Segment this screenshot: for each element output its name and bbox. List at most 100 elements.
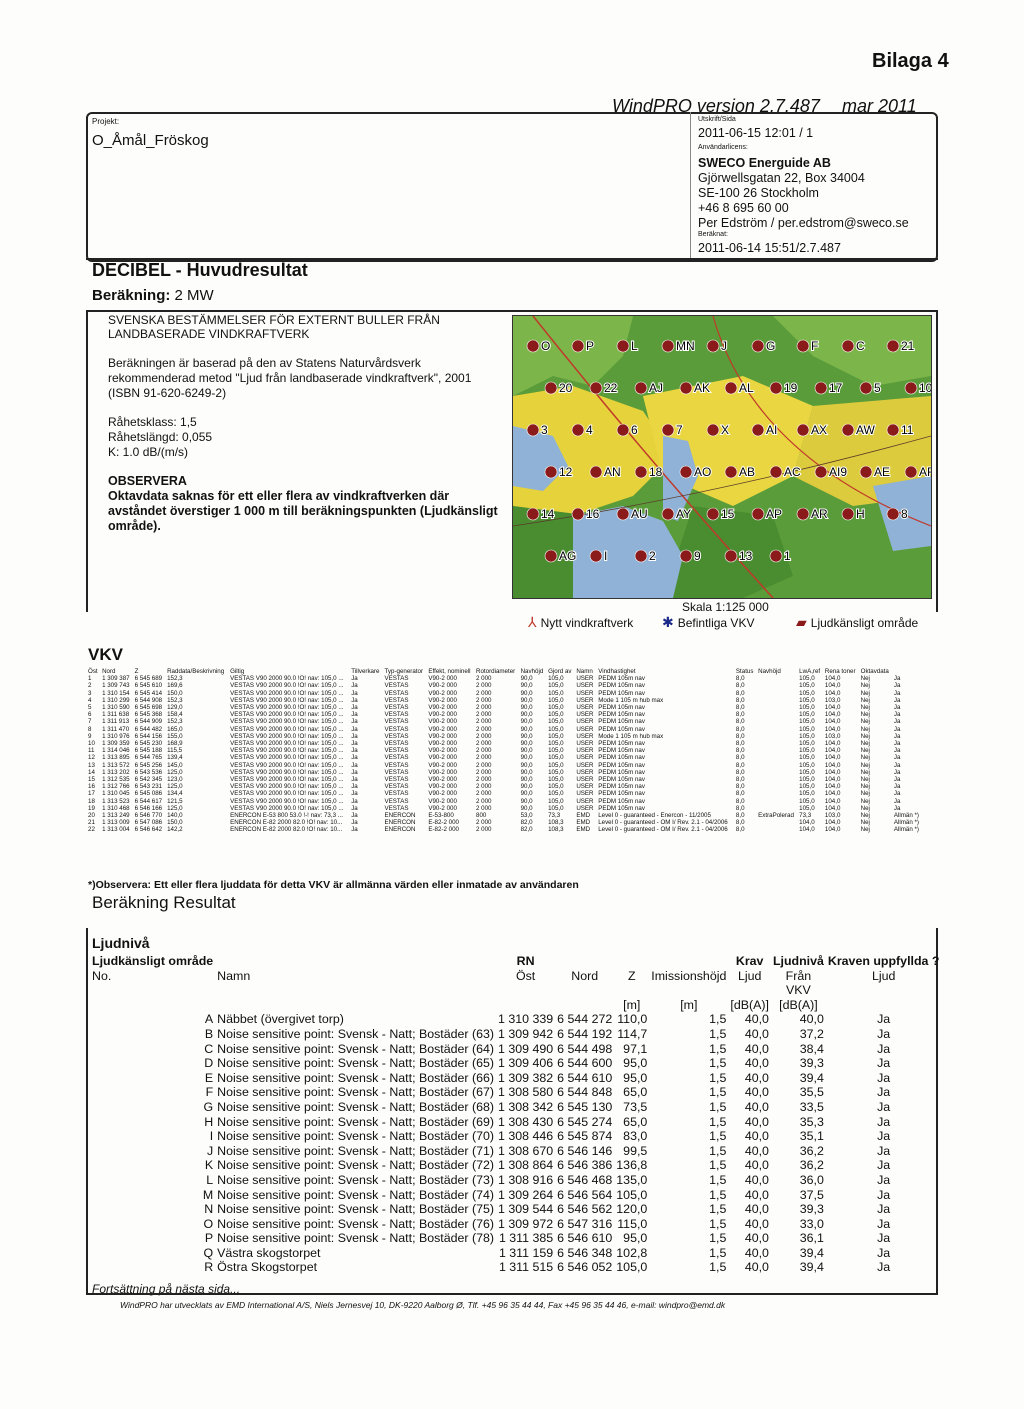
vkv-cell: 90,0 xyxy=(520,768,533,776)
vkv-cell: USER xyxy=(576,711,594,719)
vkv-cell: VESTAS V90 2000 90.0 !O! nav: 105,0 ... xyxy=(230,740,344,748)
vkv-cell: V90-2 000 xyxy=(428,725,457,733)
vkv-cell: 142,2 xyxy=(167,826,183,834)
result-cell: 95,0 xyxy=(623,1070,648,1085)
vkv-cell xyxy=(756,726,797,733)
location-map: OPLMNJGFC212022AJAKAL19175103467XAIAXAW1… xyxy=(512,315,932,599)
result-cell: 39,4 xyxy=(799,1245,824,1260)
map-label: AO xyxy=(694,465,711,479)
vkv-cell: PEDM 105m nav xyxy=(598,704,645,712)
marker-icon: ▰ xyxy=(796,614,807,630)
vkv-cell: 8,0 xyxy=(735,768,745,776)
legend-existing-label: Befintliga VKV xyxy=(677,616,755,630)
map-marker xyxy=(904,381,918,395)
vkv-cell: VESTAS V90 2000 90.0 !O! nav: 105,0 ... xyxy=(230,718,344,726)
vkv-cell: VESTAS xyxy=(384,711,409,719)
vkv-cell: 6 545 689 xyxy=(134,675,163,683)
result-cell: 1 308 580 xyxy=(498,1085,554,1100)
vkv-cell: PEDM 105m nav xyxy=(598,711,645,719)
vkv-cell: VESTAS xyxy=(384,804,409,812)
vkv-cell: 1 313 572 xyxy=(102,761,130,769)
result-row: P Noise sensitive point: Svensk - Natt; B… xyxy=(90,1231,941,1246)
vkv-cell: 105,0 xyxy=(799,711,815,719)
map-label: AK xyxy=(694,381,710,395)
vkv-row: 5 1 310 590 6 545 698 129,0 VESTAS V90 2000 … xyxy=(86,704,922,711)
vkv-cell: 6 545 188 xyxy=(134,747,163,755)
result-cell: O xyxy=(203,1216,214,1231)
result-cell: 1 309 382 xyxy=(498,1070,554,1085)
map-label: J xyxy=(721,339,727,353)
result-row: G Noise sensitive point: Svensk - Natt; B… xyxy=(90,1100,941,1115)
bilaga-label: Bilaga 4 xyxy=(872,50,949,72)
vkv-cell: 105,0 xyxy=(548,711,564,719)
vkv-table: Öst Nord Z Raddata/Beskrivning Giltig Tillver… xyxy=(86,668,922,834)
vkv-cell: 6 542 345 xyxy=(134,776,163,784)
result-cell: 40,0 xyxy=(744,1187,769,1202)
map-marker xyxy=(616,423,630,437)
utskrift-value: 2011-06-15 12:01 / 1 xyxy=(698,126,814,140)
vkv-cell: 9 xyxy=(88,732,92,740)
vkv-cell xyxy=(756,740,797,747)
vkv-cell: 105,0 xyxy=(548,689,564,697)
vkv-cell xyxy=(756,754,797,761)
result-cell: 40,0 xyxy=(744,1231,769,1246)
result-cell: 105,0 xyxy=(616,1187,648,1202)
map-marker xyxy=(769,549,783,563)
result-cell: Ja xyxy=(877,1026,891,1041)
map-marker xyxy=(859,465,873,479)
observera-line-1: Oktavdata saknas för ett eller flera av … xyxy=(108,489,450,503)
vkv-cell: Nej xyxy=(860,776,870,784)
map-label: AU xyxy=(631,507,648,521)
result-cell: 114,7 xyxy=(617,1026,648,1041)
vkv-cell: ENERCON E-82 2000 82.0 !O! nav: 10... xyxy=(230,826,343,834)
vkv-cell: V90-2 000 xyxy=(428,689,457,697)
vkv-row: 13 1 313 572 6 545 256 145,0 VESTAS V90 2000… xyxy=(86,762,922,769)
vkv-cell: VESTAS V90 2000 90.0 !O! nav: 105,0 ... xyxy=(230,725,344,733)
map-marker xyxy=(661,339,675,353)
vkv-cell: 16 xyxy=(88,783,95,791)
map-label: 17 xyxy=(829,381,843,395)
hdr-ljud2: Ljud xyxy=(871,968,896,983)
vkv-cell: Nej xyxy=(860,761,870,769)
map-marker xyxy=(634,465,648,479)
vkv-cell: 105,0 xyxy=(799,696,815,704)
vkv-cell xyxy=(756,790,797,797)
vkv-cell: USER xyxy=(576,804,594,812)
vkv-cell: V90-2 000 xyxy=(428,747,457,755)
vkv-cell: 2 000 xyxy=(476,689,492,697)
vkv-row: 10 1 309 359 6 545 230 168,9 VESTAS V90 2000… xyxy=(86,740,922,747)
vkv-cell: 2 000 xyxy=(476,696,492,704)
result-cell: J xyxy=(206,1143,214,1158)
vkv-cell: 82,0 xyxy=(520,819,533,827)
result-cell: 105,0 xyxy=(616,1260,648,1275)
vkv-cell: Ja xyxy=(893,689,901,697)
vkv-cell: Ja xyxy=(893,718,901,726)
result-cell: D xyxy=(204,1056,214,1071)
vkv-cell: VESTAS V90 2000 90.0 !O! nav: 105,0 ... xyxy=(230,754,344,762)
vkv-cell: 20 xyxy=(88,812,95,820)
result-cell: 1,5 xyxy=(709,1216,727,1231)
result-cell: 6 546 348 xyxy=(557,1245,613,1260)
projekt-label: Projekt: xyxy=(92,117,120,126)
vkv-cell: 2 000 xyxy=(476,740,492,748)
vkv-cell: 90,0 xyxy=(520,704,533,712)
map-marker xyxy=(526,339,540,353)
vkv-cell: 152,3 xyxy=(167,718,183,726)
vkv-cell: Level 0 - guaranteed - OM I/ Rev. 2.1 - … xyxy=(598,819,728,827)
vkv-cell: 8,0 xyxy=(735,711,745,719)
result-cell: 40,0 xyxy=(744,1202,769,1217)
result-cell: 6 546 052 xyxy=(557,1260,613,1275)
hdr-lo: Ljudkänsligt område xyxy=(92,954,214,968)
vkv-cell: 108,3 xyxy=(548,826,564,834)
vkv-row: 8 1 311 470 6 544 482 165,0 VESTAS V90 2000 … xyxy=(86,726,922,733)
map-marker xyxy=(751,507,765,521)
vkv-cell: VESTAS V90 2000 90.0 !O! nav: 105,0 ... xyxy=(230,761,344,769)
map-marker xyxy=(589,381,603,395)
result-row: Q Västra skogstorpet 1 311 159 6 546 348 102… xyxy=(90,1246,941,1261)
vkv-cell: 1 310 045 xyxy=(102,790,130,798)
result-cell: 1,5 xyxy=(709,1245,727,1260)
vkv-cell: Ja xyxy=(893,696,901,704)
map-marker xyxy=(661,423,675,437)
result-cell: P xyxy=(204,1231,214,1246)
result-cell: 83,0 xyxy=(623,1129,648,1144)
